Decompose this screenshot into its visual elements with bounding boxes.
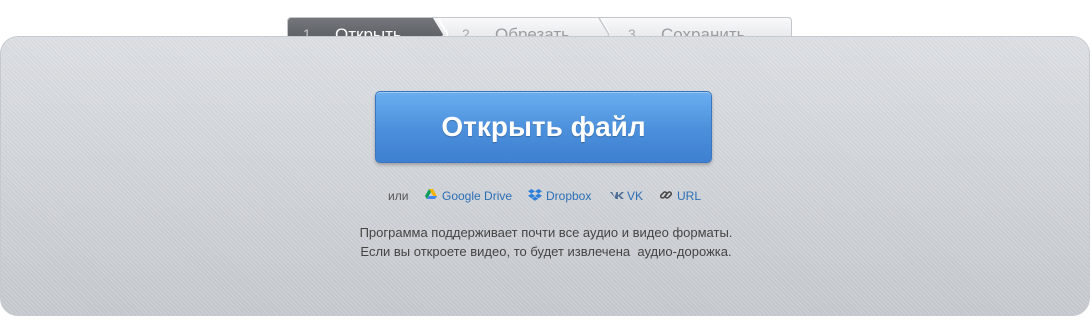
url-label: URL — [677, 189, 702, 203]
or-label: или — [388, 189, 409, 203]
vk-link[interactable]: VK — [609, 186, 647, 206]
vk-label: VK — [627, 189, 644, 203]
info-line-1: Программа поддерживает почти все аудио и… — [359, 225, 733, 240]
google-drive-icon — [425, 189, 437, 199]
info-line-2: Если вы откроете видео, то будет извлече… — [360, 244, 732, 259]
dropbox-icon — [528, 189, 542, 201]
dropbox-label: Dropbox — [546, 189, 592, 203]
vk-icon — [610, 192, 624, 199]
google-drive-label: Google Drive — [442, 189, 513, 203]
format-info: Программа поддерживает почти все аудио и… — [0, 223, 1092, 261]
dropbox-link[interactable]: Dropbox — [528, 186, 596, 206]
link-icon — [659, 191, 673, 199]
open-file-button[interactable]: Открыть файл — [375, 91, 712, 163]
upload-panel — [0, 36, 1090, 316]
url-link[interactable]: URL — [659, 186, 701, 206]
google-drive-link[interactable]: Google Drive — [424, 186, 516, 206]
alternative-sources: или Google Drive Dropbox VK URL — [0, 186, 1092, 206]
